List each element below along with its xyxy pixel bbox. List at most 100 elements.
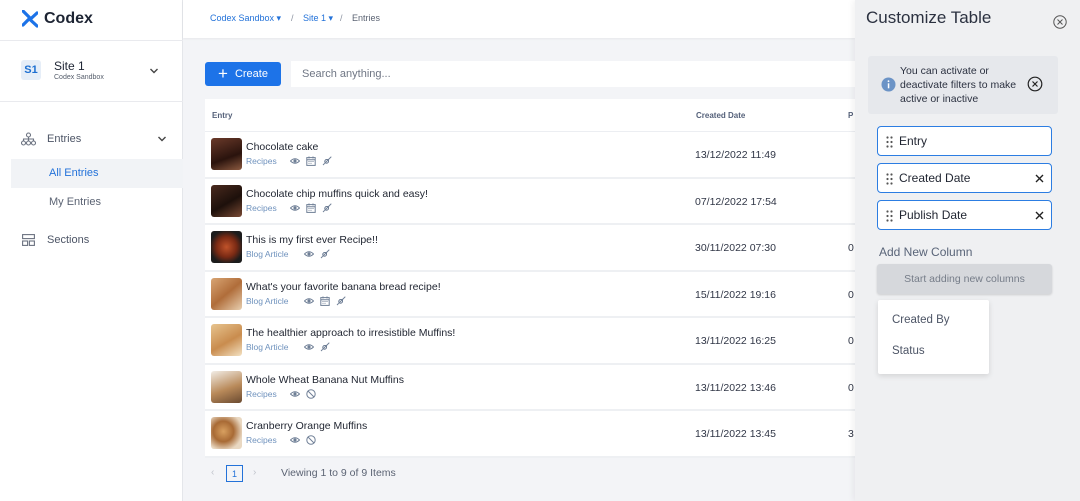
option-status[interactable]: Status: [892, 345, 925, 357]
sections-icon: [22, 234, 35, 246]
column-item-label: Publish Date: [899, 208, 968, 222]
drag-handle-icon[interactable]: [886, 210, 893, 222]
customize-table-panel: Customize Table You can activate or deac…: [855, 0, 1080, 501]
table-row[interactable]: Cranberry Orange Muffins Recipes 13/11/2…: [205, 411, 855, 458]
page-number-button[interactable]: 1: [226, 465, 243, 482]
entry-created-date: 13/11/2022 16:25: [695, 335, 776, 347]
eye-icon[interactable]: [304, 296, 314, 306]
entry-title[interactable]: Chocolate cake: [246, 141, 318, 153]
entry-status-icons: [290, 202, 332, 213]
entry-type: Recipes: [246, 156, 277, 166]
site-switcher[interactable]: S1 Site 1 Codex Sandbox: [0, 40, 183, 102]
entry-title[interactable]: What's your favorite banana bread recipe…: [246, 281, 441, 293]
calendar-icon[interactable]: [320, 296, 330, 306]
next-page-button[interactable]: ›: [253, 467, 256, 478]
entry-publish-date: 0: [848, 335, 854, 347]
entry-thumbnail: [211, 184, 242, 217]
column-item[interactable]: Created Date: [877, 163, 1052, 193]
entry-title[interactable]: Chocolate chip muffins quick and easy!: [246, 188, 428, 200]
table-row[interactable]: What's your favorite banana bread recipe…: [205, 271, 855, 318]
create-label: Create: [234, 68, 268, 80]
entry-status-icons: [290, 156, 332, 166]
entry-type: Recipes: [246, 202, 277, 213]
start-adding-columns-button[interactable]: Start adding new columns: [877, 264, 1052, 294]
table-row[interactable]: This is my first ever Recipe!! Blog Arti…: [205, 225, 855, 272]
entry-publish-date: 0: [848, 242, 854, 254]
info-box: You can activate or deactivate filters t…: [868, 56, 1058, 114]
chevron-down-icon[interactable]: [149, 66, 159, 76]
entry-thumbnail: [211, 324, 242, 356]
chevron-down-icon[interactable]: [157, 134, 167, 144]
sidebar-item-my-entries[interactable]: My Entries: [11, 188, 183, 217]
table-row[interactable]: Chocolate cake Recipes 13/12/2022 11:49: [205, 132, 855, 179]
entry-thumbnail: [211, 277, 242, 310]
sidebar-item-entries[interactable]: Entries: [0, 128, 183, 150]
entry-title[interactable]: Cranberry Orange Muffins: [246, 420, 367, 432]
app-name: Codex: [44, 10, 93, 27]
eye-icon[interactable]: [290, 156, 300, 166]
eye-icon[interactable]: [304, 342, 314, 352]
entry-status-icons: [304, 249, 330, 259]
rocket-icon[interactable]: [322, 202, 332, 213]
close-icon[interactable]: [1027, 76, 1043, 92]
eye-icon[interactable]: [304, 249, 314, 259]
ban-icon[interactable]: [306, 435, 316, 445]
codex-logo[interactable]: Codex: [22, 10, 93, 28]
entry-thumbnail: [211, 370, 242, 403]
column-header-created[interactable]: Created Date: [696, 111, 745, 120]
breadcrumb-current: Entries: [352, 13, 381, 23]
column-header-publish[interactable]: P: [848, 111, 853, 120]
column-header-entry[interactable]: Entry: [212, 111, 232, 120]
eye-icon[interactable]: [290, 389, 300, 399]
entry-title[interactable]: Whole Wheat Banana Nut Muffins: [246, 374, 404, 386]
entries-table: Entry Created Date P Chocolate cake Reci…: [205, 99, 855, 458]
rocket-icon[interactable]: [320, 342, 330, 352]
panel-title: Customize Table: [866, 8, 992, 27]
drag-handle-icon[interactable]: [886, 136, 893, 148]
breadcrumb-site[interactable]: Site 1 ▾: [303, 13, 333, 24]
close-icon[interactable]: [1053, 15, 1067, 29]
entry-title[interactable]: The healthier approach to irresistible M…: [246, 327, 455, 339]
breadcrumb-org[interactable]: Codex Sandbox ▾: [210, 13, 281, 24]
breadcrumb-separator: /: [340, 13, 343, 23]
remove-column-icon[interactable]: [1035, 211, 1044, 220]
column-item-label: Entry: [899, 134, 928, 148]
entry-status-icons: [304, 342, 330, 352]
entry-thumbnail: [211, 231, 242, 263]
entry-type: Blog Article: [246, 249, 289, 259]
sidebar-item-all-entries[interactable]: All Entries: [11, 159, 183, 188]
rocket-icon[interactable]: [322, 156, 332, 166]
entry-type: Blog Article: [246, 295, 289, 306]
eye-icon[interactable]: [290, 203, 300, 213]
table-row[interactable]: Chocolate chip muffins quick and easy! R…: [205, 178, 855, 225]
search-input[interactable]: [292, 62, 855, 86]
remove-column-icon[interactable]: [1035, 174, 1044, 183]
table-row[interactable]: Whole Wheat Banana Nut Muffins Recipes 1…: [205, 364, 855, 411]
column-item[interactable]: Entry: [877, 126, 1052, 156]
rocket-icon[interactable]: [320, 249, 330, 259]
sidebar-item-sections[interactable]: Sections: [0, 230, 183, 250]
ban-icon[interactable]: [306, 388, 316, 399]
sidebar-item-label: Entries: [47, 133, 82, 145]
rocket-icon[interactable]: [336, 295, 346, 306]
table-row[interactable]: The healthier approach to irresistible M…: [205, 318, 855, 365]
column-item[interactable]: Publish Date: [877, 200, 1052, 230]
entry-thumbnail: [211, 417, 242, 449]
calendar-icon[interactable]: [306, 203, 316, 213]
entry-type: Recipes: [246, 388, 277, 399]
entry-status-icons: [290, 388, 316, 399]
entry-type: Blog Article: [246, 342, 289, 352]
column-options-dropdown: Created By Status: [878, 300, 989, 374]
entry-type: Recipes: [246, 435, 277, 445]
breadcrumb-separator: /: [291, 13, 294, 23]
calendar-icon[interactable]: [306, 156, 316, 166]
option-created-by[interactable]: Created By: [892, 314, 950, 326]
search-box: [291, 61, 855, 87]
drag-handle-icon[interactable]: [886, 173, 893, 185]
eye-icon[interactable]: [290, 435, 300, 445]
create-button[interactable]: + Create: [205, 62, 281, 86]
entry-created-date: 13/11/2022 13:46: [695, 381, 776, 394]
prev-page-button[interactable]: ‹: [211, 467, 214, 478]
entry-created-date: 30/11/2022 07:30: [695, 242, 776, 254]
entry-title[interactable]: This is my first ever Recipe!!: [246, 234, 378, 246]
